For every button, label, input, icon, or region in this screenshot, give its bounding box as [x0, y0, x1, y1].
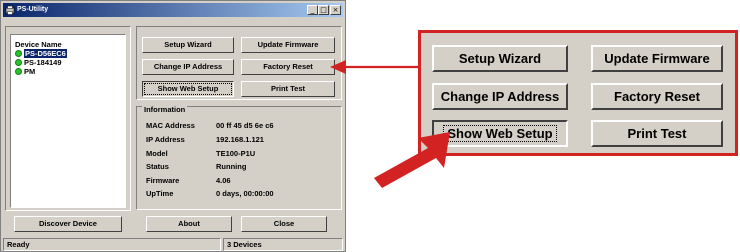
- show-web-setup-button[interactable]: Show Web Setup: [142, 81, 234, 97]
- information-title: Information: [142, 105, 188, 114]
- zoom-callout-panel: Setup Wizard Update Firmware Change IP A…: [418, 30, 738, 156]
- status-online-icon: [15, 50, 22, 57]
- setup-wizard-button[interactable]: Setup Wizard: [142, 37, 234, 53]
- close-button[interactable]: Close: [241, 216, 327, 232]
- close-window-button[interactable]: ×: [330, 5, 341, 15]
- info-value-uptime: 0 days, 00:00:00: [216, 189, 274, 198]
- info-value-model: TE100-P1U: [216, 149, 256, 158]
- info-value-mac: 00 ff 45 d5 6e c6: [216, 121, 274, 130]
- zoom-show-web-setup-label: Show Web Setup: [443, 125, 557, 142]
- zoom-change-ip-address-button[interactable]: Change IP Address: [432, 83, 568, 110]
- info-value-firmware: 4.06: [216, 176, 231, 185]
- info-label-firmware: Firmware: [146, 176, 180, 185]
- window-title: PS-Utility: [17, 6, 49, 13]
- factory-reset-button[interactable]: Factory Reset: [241, 59, 335, 75]
- printer-app-icon: [5, 5, 15, 15]
- update-firmware-button[interactable]: Update Firmware: [241, 37, 335, 53]
- pointer-arrow-icon: [374, 132, 450, 188]
- device-list-item[interactable]: PM: [15, 67, 35, 76]
- device-list-item[interactable]: PS-184149: [15, 58, 62, 67]
- zoom-update-firmware-button[interactable]: Update Firmware: [591, 45, 723, 72]
- device-list-item[interactable]: PS-D56EC6: [15, 49, 67, 58]
- status-online-icon: [15, 59, 22, 66]
- zoom-print-test-button[interactable]: Print Test: [591, 120, 723, 147]
- title-bar[interactable]: PS-Utility _ □ ×: [3, 3, 343, 17]
- info-label-ip: IP Address: [146, 135, 185, 144]
- info-label-uptime: UpTime: [146, 189, 174, 198]
- minimize-button[interactable]: _: [307, 5, 318, 15]
- arrow-left-icon: [330, 60, 418, 74]
- info-label-mac: MAC Address: [146, 121, 195, 130]
- about-button[interactable]: About: [146, 216, 232, 232]
- zoom-setup-wizard-button[interactable]: Setup Wizard: [432, 45, 568, 72]
- status-text: Ready: [3, 238, 221, 251]
- change-ip-address-button[interactable]: Change IP Address: [142, 59, 234, 75]
- info-value-ip: 192.168.1.121: [216, 135, 264, 144]
- info-value-status: Running: [216, 162, 247, 171]
- info-label-model: Model: [146, 149, 168, 158]
- device-count: 3 Devices: [223, 238, 343, 251]
- status-online-icon: [15, 68, 22, 75]
- zoom-factory-reset-button[interactable]: Factory Reset: [591, 83, 723, 110]
- maximize-button[interactable]: □: [318, 5, 329, 15]
- discover-device-button[interactable]: Discover Device: [14, 216, 122, 232]
- ps-utility-window: PS-Utility _ □ × Device Name PS-D56EC6 P…: [0, 0, 346, 252]
- info-label-status: Status: [146, 162, 169, 171]
- print-test-button[interactable]: Print Test: [241, 81, 335, 97]
